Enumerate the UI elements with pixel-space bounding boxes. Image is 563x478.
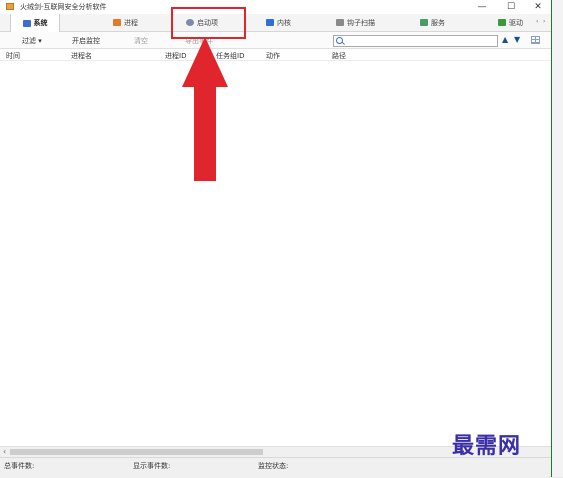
col-path[interactable]: 路径: [332, 51, 346, 61]
process-icon: [113, 19, 121, 26]
scrollbar-thumb[interactable]: [10, 449, 263, 455]
monitor-state-label: 监控状态:: [258, 462, 289, 470]
watermark-text: 最需网: [452, 433, 522, 459]
service-icon: [420, 19, 428, 26]
search-input[interactable]: [345, 36, 493, 46]
tab-process-label: 进程: [124, 18, 138, 27]
event-table-header: 时间 进程名 进程ID 任务组ID 动作 路径: [0, 49, 551, 61]
tab-service-label: 服务: [431, 18, 445, 27]
kernel-icon: [266, 19, 274, 26]
main-window: 火绒剑-互联网安全分析软件 — ☐ ✕ 系统 进程 启动项 内核 钩子扫描 服务: [0, 0, 552, 478]
tab-hook-scan[interactable]: 钩子扫描: [336, 14, 375, 31]
arrow-shape: [182, 37, 228, 181]
tab-service[interactable]: 服务: [420, 14, 445, 31]
search-icon: [336, 37, 343, 44]
driver-icon: [498, 19, 506, 26]
tab-driver-label: 驱动: [509, 18, 523, 27]
search-box[interactable]: [333, 35, 498, 47]
title-bar: 火绒剑-互联网安全分析软件 — ☐ ✕: [0, 0, 551, 14]
system-icon: [22, 19, 31, 27]
close-button[interactable]: ✕: [526, 1, 550, 13]
app-icon: [6, 3, 14, 10]
column-settings-icon[interactable]: [531, 36, 540, 44]
start-monitor-button[interactable]: 开启监控: [72, 36, 100, 46]
tab-kernel[interactable]: 内核: [266, 14, 291, 31]
window-title: 火绒剑-互联网安全分析软件: [20, 3, 107, 11]
shown-events-label: 显示事件数:: [133, 462, 171, 470]
scroll-left-icon[interactable]: ‹: [3, 447, 6, 457]
event-list[interactable]: [0, 61, 551, 444]
col-action[interactable]: 动作: [266, 51, 280, 61]
tab-system-label: 系统: [33, 19, 48, 27]
col-time[interactable]: 时间: [6, 51, 20, 61]
search-prev-button[interactable]: ▲: [502, 35, 508, 44]
tab-driver[interactable]: 驱动: [498, 14, 523, 31]
tab-bar: 系统 进程 启动项 内核 钩子扫描 服务 驱动 ‹ ›: [0, 14, 551, 32]
tab-scroll-right-icon[interactable]: ›: [543, 18, 545, 25]
total-events-label: 总事件数:: [4, 462, 35, 470]
desktop-strip: [552, 0, 563, 477]
tab-kernel-label: 内核: [277, 18, 291, 27]
status-bar: 总事件数: 显示事件数: 监控状态:: [0, 457, 551, 478]
maximize-button[interactable]: ☐: [499, 1, 523, 13]
startup-tab-highlight-box: [171, 7, 246, 39]
filter-button[interactable]: 过滤 ▾: [22, 36, 42, 46]
tab-system[interactable]: 系统: [10, 14, 60, 32]
col-process-name[interactable]: 进程名: [71, 51, 92, 61]
tab-process[interactable]: 进程: [113, 14, 138, 31]
pointer-arrow-icon: [182, 37, 228, 181]
minimize-button[interactable]: —: [470, 1, 494, 13]
search-next-button[interactable]: ▼: [514, 35, 520, 44]
tab-hook-scan-label: 钩子扫描: [347, 18, 375, 27]
clear-button[interactable]: 清空: [134, 36, 148, 46]
tab-scroll-left-icon[interactable]: ‹: [536, 18, 538, 25]
hook-icon: [336, 19, 344, 26]
toolbar: 过滤 ▾ 开启监控 清空 导出事件 ▲ ▼: [0, 32, 551, 49]
